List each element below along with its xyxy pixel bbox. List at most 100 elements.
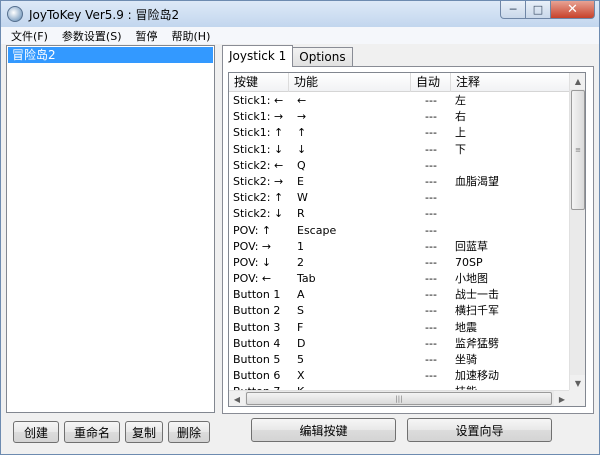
title-bar[interactable]: JoyToKey Ver5.9 : 冒险岛2 ─ □ ✕ (1, 1, 599, 27)
auto-cell: --- (425, 110, 437, 124)
key-cell: Button 5 (233, 353, 281, 366)
table-row[interactable]: Stick2: ↓ R --- (229, 206, 570, 222)
key-cell: Stick1: → (233, 110, 284, 124)
table-row[interactable]: POV: ↓ 2 --- 70SP (229, 255, 570, 271)
profile-list[interactable]: 冒险岛2 (6, 45, 215, 413)
table-row[interactable]: Button 5 5 --- 坐骑 (229, 352, 570, 368)
close-button[interactable]: ✕ (551, 1, 595, 19)
comment-cell: 右 (455, 110, 466, 124)
tab-strip: Joystick 1 Options (222, 45, 353, 67)
column-header-auto[interactable]: 自动 (411, 73, 451, 92)
comment-cell: 小地图 (455, 272, 488, 286)
setup-wizard-button[interactable]: 设置向导 (407, 418, 552, 442)
function-cell: ↓ (297, 142, 307, 156)
auto-cell: --- (425, 288, 437, 302)
menu-bar: 文件(F) 参数设置(S) 暂停 帮助(H) (1, 27, 599, 44)
key-cell: Stick1: ↑ (233, 126, 284, 140)
auto-cell: --- (425, 320, 437, 334)
table-row[interactable]: Stick2: → E --- 血脂渴望 (229, 174, 570, 190)
auto-cell: --- (425, 304, 437, 318)
table-row[interactable]: POV: → 1 --- 回蓝草 (229, 239, 570, 255)
table-row[interactable]: Stick1: ← ← --- 左 (229, 93, 570, 109)
menu-file[interactable]: 文件(F) (1, 28, 55, 44)
button-mapping-table[interactable]: 按键 功能 自动 注释 Stick1: ← ← --- 左 Stick1: → → --- 右… (228, 72, 586, 407)
scroll-down-icon[interactable]: ▼ (570, 375, 585, 391)
table-row[interactable]: POV: ← Tab --- 小地图 (229, 271, 570, 287)
edit-button-button[interactable]: 编辑按键 (251, 418, 396, 442)
auto-cell: --- (425, 158, 437, 172)
comment-cell: 加速移动 (455, 369, 499, 383)
auto-cell: --- (425, 142, 437, 156)
key-cell: POV: → (233, 239, 272, 253)
comment-cell: 左 (455, 94, 466, 107)
table-row[interactable]: Stick1: ↑ ↑ --- 上 (229, 125, 570, 141)
auto-cell: --- (425, 353, 437, 366)
table-row[interactable]: POV: ↑ Escape --- (229, 223, 570, 239)
window-controls: ─ □ ✕ (500, 1, 595, 21)
table-row[interactable]: Stick1: ↓ ↓ --- 下 (229, 142, 570, 158)
maximize-button[interactable]: □ (526, 1, 551, 19)
joystick-app-icon (7, 6, 23, 22)
table-row[interactable]: Button 4 D --- 监斧猛劈 (229, 336, 570, 352)
key-cell: Button 4 (233, 336, 281, 350)
key-cell: Button 6 (233, 369, 281, 383)
comment-cell (451, 223, 570, 239)
minimize-button[interactable]: ─ (500, 1, 526, 19)
key-cell: Stick2: → (233, 174, 284, 188)
table-row[interactable]: Button 1 A --- 战士一击 (229, 287, 570, 303)
comment-cell: 横扫千军 (455, 304, 499, 318)
table-header: 按键 功能 自动 注释 (229, 73, 570, 92)
column-header-function[interactable]: 功能 (289, 73, 411, 92)
function-cell: Escape (297, 223, 337, 237)
menu-settings[interactable]: 参数设置(S) (55, 28, 129, 44)
comment-cell: 监斧猛劈 (455, 336, 499, 350)
table-row[interactable]: Button 3 F --- 地震 (229, 320, 570, 336)
key-cell: POV: ← (233, 272, 272, 286)
table-row[interactable]: Stick2: ↑ W --- (229, 190, 570, 206)
delete-profile-button[interactable]: 删除 (168, 421, 210, 443)
column-header-comment[interactable]: 注释 (451, 73, 570, 92)
function-cell: A (297, 288, 305, 302)
comment-cell: 上 (455, 126, 466, 140)
create-profile-button[interactable]: 创建 (13, 421, 59, 443)
vertical-scroll-thumb[interactable]: ≡ (571, 90, 585, 210)
tab-joystick-1[interactable]: Joystick 1 (222, 45, 294, 67)
function-cell: ← (297, 94, 307, 107)
function-cell: X (297, 369, 305, 383)
key-cell: Stick2: ↓ (233, 207, 284, 221)
scroll-left-icon[interactable]: ◀ (229, 391, 245, 406)
vertical-scrollbar[interactable]: ▲ ≡ ▼ (569, 73, 585, 391)
menu-help[interactable]: 帮助(H) (165, 28, 218, 44)
rename-profile-button[interactable]: 重命名 (64, 421, 120, 443)
function-cell: Q (297, 158, 306, 172)
function-cell: D (297, 336, 306, 350)
function-cell: R (297, 207, 305, 221)
key-cell: Button 2 (233, 304, 281, 318)
auto-cell: --- (425, 369, 437, 383)
key-cell: Button 3 (233, 320, 281, 334)
function-cell: E (297, 174, 304, 188)
function-cell: W (297, 191, 308, 205)
horizontal-scrollbar[interactable]: ◀ ||| ▶ (229, 390, 570, 406)
table-row[interactable]: Stick1: → → --- 右 (229, 109, 570, 125)
profile-item-selected[interactable]: 冒险岛2 (8, 47, 213, 63)
tab-options[interactable]: Options (292, 47, 353, 67)
horizontal-scroll-thumb[interactable]: ||| (246, 392, 552, 405)
table-row[interactable]: Button 2 S --- 横扫千军 (229, 303, 570, 319)
scroll-right-icon[interactable]: ▶ (554, 391, 570, 406)
comment-cell: 血脂渴望 (455, 174, 499, 188)
comment-cell: 坐骑 (455, 353, 477, 366)
app-window: JoyToKey Ver5.9 : 冒险岛2 ─ □ ✕ 文件(F) 参数设置(… (0, 0, 600, 455)
table-row[interactable]: Button 6 X --- 加速移动 (229, 368, 570, 384)
table-row[interactable]: Stick2: ← Q --- (229, 158, 570, 174)
menu-pause[interactable]: 暂停 (129, 28, 165, 44)
function-cell: → (297, 110, 307, 124)
column-header-key[interactable]: 按键 (229, 73, 289, 92)
copy-profile-button[interactable]: 复制 (125, 421, 163, 443)
window-title: JoyToKey Ver5.9 : 冒险岛2 (29, 8, 180, 22)
scroll-up-icon[interactable]: ▲ (570, 73, 585, 89)
auto-cell: --- (425, 223, 437, 237)
function-cell: Tab (297, 272, 316, 286)
key-cell: Stick1: ↓ (233, 142, 284, 156)
scrollbar-corner (569, 390, 585, 406)
